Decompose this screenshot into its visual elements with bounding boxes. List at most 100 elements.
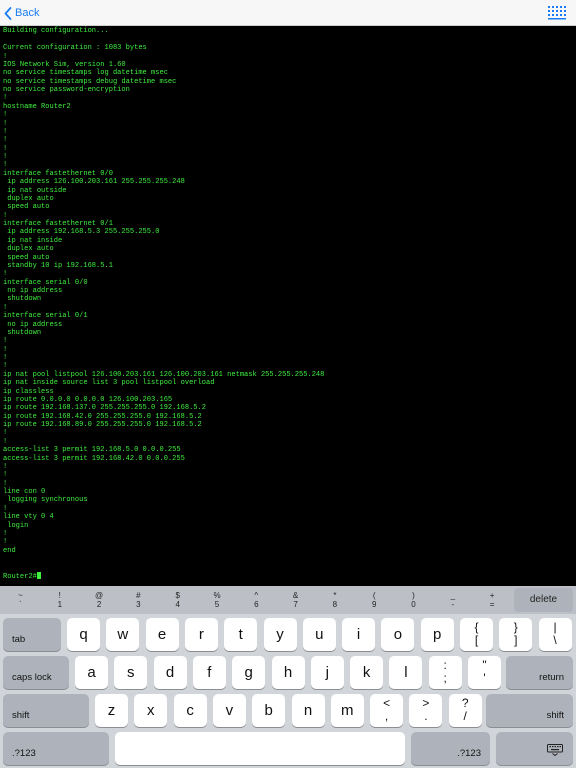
key-char: 3: [136, 600, 141, 609]
key-a[interactable]: a: [75, 656, 108, 689]
terminal-view[interactable]: Router2#sh run Building configuration...…: [0, 26, 576, 586]
key-m[interactable]: m: [330, 694, 364, 727]
number-key-11[interactable]: _ -: [433, 586, 472, 614]
key-shift-char: ^: [254, 591, 259, 600]
numbers-right-key[interactable]: .?123: [411, 732, 490, 765]
terminal-line: interface serial 0/0: [3, 278, 88, 287]
terminal-line: ip nat pool listpool 126.100.203.161 126…: [3, 370, 325, 379]
key-shift-char: *: [333, 591, 337, 600]
number-key-5[interactable]: % 5: [198, 586, 237, 614]
key-z[interactable]: z: [95, 694, 128, 727]
key-t[interactable]: t: [224, 618, 258, 651]
key-char: 4: [175, 600, 180, 609]
number-key-9[interactable]: (9: [355, 586, 394, 614]
key-shift-char: (: [372, 591, 376, 600]
terminal-line: access-list 3 permit 192.168.42.0 0.0.0.…: [3, 454, 185, 463]
key-symbol-2[interactable]: | \: [538, 618, 572, 651]
key-g[interactable]: g: [232, 656, 266, 689]
key-y[interactable]: y: [263, 618, 297, 651]
terminal-line: !: [3, 362, 8, 371]
terminal-line: !: [3, 504, 8, 513]
key-p[interactable]: p: [420, 618, 454, 651]
number-key-1[interactable]: ! 1: [40, 586, 79, 614]
keyboard-dismiss-key[interactable]: [496, 732, 573, 765]
key-symbol-1[interactable]: }]: [499, 618, 533, 651]
terminal-line: no ip address: [3, 320, 63, 329]
terminal-line: !: [3, 136, 8, 145]
terminal-line: shutdown: [3, 295, 42, 304]
key-symbol-6[interactable]: >.: [409, 694, 443, 727]
key-v[interactable]: v: [212, 694, 246, 727]
key-n[interactable]: n: [291, 694, 325, 727]
back-button[interactable]: Back: [4, 3, 39, 23]
list-icon[interactable]: [548, 6, 566, 20]
key-x[interactable]: x: [134, 694, 168, 727]
return-label: return: [539, 672, 564, 683]
terminal-line: ip route 192.168.89.0 255.255.255.0 192.…: [3, 421, 202, 429]
shift-left-key[interactable]: shift: [3, 694, 89, 727]
number-key-7[interactable]: & 7: [276, 586, 315, 614]
key-char: /: [463, 709, 467, 723]
key-symbol-5[interactable]: <,: [370, 694, 404, 727]
key-symbol-0[interactable]: {[: [460, 618, 493, 651]
key-char: `: [19, 600, 22, 609]
terminal-line: !: [3, 211, 8, 220]
terminal-line: Building configuration...: [3, 27, 109, 36]
key-f[interactable]: f: [192, 656, 226, 689]
key-w[interactable]: w: [106, 618, 140, 651]
terminal-line: ip nat inside: [3, 236, 63, 245]
terminal-line: !: [3, 161, 8, 170]
numbers-left-key[interactable]: .?123: [3, 732, 109, 765]
key-u[interactable]: u: [302, 618, 336, 651]
key-e[interactable]: e: [145, 618, 179, 651]
terminal-line: login: [3, 521, 29, 530]
key-char: 2: [96, 600, 102, 609]
number-key-4[interactable]: $4: [158, 586, 197, 614]
key-l[interactable]: l: [389, 656, 423, 689]
terminal-line: !: [3, 153, 8, 161]
number-key-0[interactable]: ~ `: [1, 586, 40, 614]
key-b[interactable]: b: [252, 694, 286, 727]
key-shift-char: &: [292, 591, 299, 600]
number-key-2[interactable]: @2: [80, 586, 119, 614]
key-o[interactable]: o: [381, 618, 415, 651]
key-symbol-3[interactable]: :;: [428, 656, 462, 689]
key-i[interactable]: i: [342, 618, 376, 651]
terminal-line: line vty 0 4: [3, 513, 54, 522]
key-char: ,: [384, 709, 389, 723]
key-char: 9: [371, 600, 377, 609]
terminal-line: no service timestamps log datetime msec: [3, 69, 168, 78]
key-s[interactable]: s: [114, 656, 148, 689]
terminal-line: logging synchronous: [3, 496, 88, 505]
number-key-10[interactable]: ) 0: [394, 586, 433, 614]
key-symbol-7[interactable]: ? /: [448, 694, 482, 727]
key-k[interactable]: k: [350, 656, 384, 689]
key-q[interactable]: q: [67, 618, 100, 651]
number-key-6[interactable]: ^ 6: [237, 586, 276, 614]
caps-lock-key[interactable]: caps lock: [3, 656, 69, 689]
key-d[interactable]: d: [153, 656, 187, 689]
terminal-line: ip nat inside source list 3 pool listpoo…: [3, 379, 215, 388]
return-key[interactable]: return: [506, 656, 573, 689]
key-j[interactable]: j: [310, 656, 344, 689]
key-char: 1: [57, 600, 63, 609]
space-bar[interactable]: [115, 732, 405, 765]
delete-key[interactable]: delete: [514, 588, 573, 612]
terminal-line: !: [3, 303, 8, 312]
number-key-12[interactable]: + =: [473, 586, 512, 614]
shift-right-key[interactable]: shift: [486, 694, 573, 727]
terminal-line: !: [3, 429, 8, 438]
key-symbol-4[interactable]: " ': [468, 656, 501, 689]
key-c[interactable]: c: [173, 694, 207, 727]
key-r[interactable]: r: [184, 618, 218, 651]
key-char: ;: [443, 671, 447, 685]
key-h[interactable]: h: [271, 656, 305, 689]
terminal-line: !: [3, 144, 8, 153]
terminal-line: !: [3, 127, 8, 136]
terminal-line: !: [3, 462, 8, 471]
tab-key[interactable]: tab: [3, 618, 61, 651]
key-shift-char: ~: [18, 591, 23, 600]
terminal-line: interface fastethernet 0/1: [3, 220, 113, 228]
number-key-3[interactable]: #3: [119, 586, 158, 614]
number-key-8[interactable]: * 8: [315, 586, 354, 614]
